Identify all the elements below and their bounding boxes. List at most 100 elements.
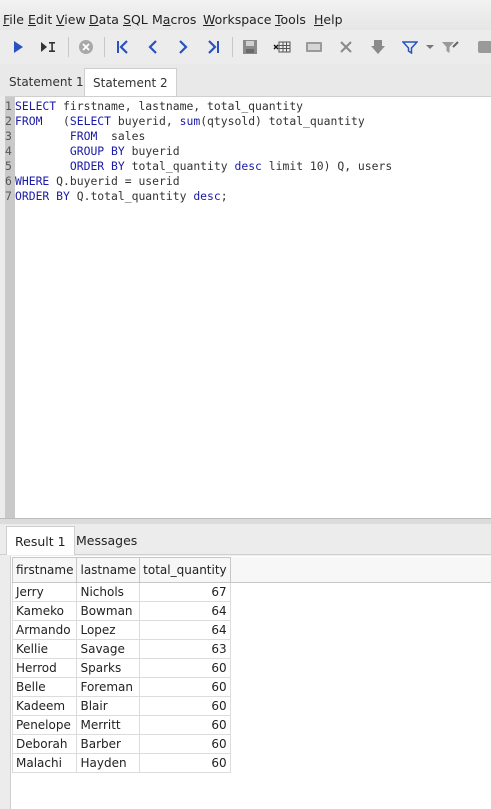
cell-lastname[interactable]: Barber [76, 734, 141, 754]
cell-lastname[interactable]: Foreman [76, 677, 141, 697]
cell-total-quantity[interactable]: 64 [139, 601, 231, 621]
menu-view[interactable]: View [56, 12, 86, 27]
cell-lastname[interactable]: Savage [76, 639, 141, 659]
cell-total-quantity[interactable]: 60 [139, 753, 231, 773]
line-number: 7 [5, 189, 12, 203]
cell-total-quantity[interactable]: 67 [139, 582, 231, 602]
code-line[interactable]: 4 GROUP BY buyerid [5, 144, 180, 159]
table-row[interactable]: Kellie Savage 63 [11, 639, 231, 659]
column-header-firstname[interactable]: firstname [11, 557, 78, 583]
cell-firstname[interactable]: Herrod [11, 658, 78, 678]
result-tabs: Result 1 Messages [0, 524, 491, 555]
table-row[interactable]: Deborah Barber 60 [11, 734, 231, 754]
cell-total-quantity[interactable]: 60 [139, 734, 231, 754]
tab-statement-2[interactable]: Statement 2 [84, 68, 177, 97]
cell-firstname[interactable]: Malachi [11, 753, 78, 773]
cell-lastname[interactable]: Blair [76, 696, 141, 716]
sql-keyword: GROUP BY [69, 144, 125, 158]
code-line[interactable]: 5 ORDER BY total_quantity desc limit 10)… [5, 159, 392, 174]
table-row[interactable]: Herrod Sparks 60 [11, 658, 231, 678]
cell-lastname[interactable]: Nichols [76, 582, 141, 602]
edit-icon[interactable] [302, 35, 326, 59]
sql-text: (qtysold) total_quantity [200, 114, 365, 128]
table-row[interactable]: Penelope Merritt 60 [11, 715, 231, 735]
menu-edit[interactable]: Edit [28, 12, 52, 27]
commit-icon[interactable] [366, 35, 390, 59]
line-number: 4 [5, 144, 12, 158]
cell-lastname[interactable]: Hayden [76, 753, 141, 773]
cell-firstname[interactable]: Jerry [11, 582, 78, 602]
line-number: 3 [5, 129, 12, 143]
sql-text: buyerid [124, 144, 180, 158]
menu-workspace[interactable]: Workspace [203, 12, 271, 27]
table-body: Jerry Nichols 67 Kameko Bowman 64 Armando Lopez… [11, 582, 231, 773]
sql-keyword: SELECT [15, 99, 57, 113]
cell-total-quantity[interactable]: 60 [139, 696, 231, 716]
stop-icon[interactable] [74, 35, 98, 59]
table-row[interactable]: Belle Foreman 60 [11, 677, 231, 697]
code-line[interactable]: 1 SELECT firstname, lastname, total_quant… [5, 99, 303, 114]
cell-firstname[interactable]: Penelope [11, 715, 78, 735]
save-icon[interactable] [238, 35, 262, 59]
cell-firstname[interactable]: Deborah [11, 734, 78, 754]
sql-keyword: ORDER BY [15, 189, 70, 203]
execute-icon[interactable] [6, 35, 30, 59]
code-line[interactable]: 6 WHERE Q.buyerid = userid [5, 174, 180, 189]
sql-keyword: FROM [69, 129, 98, 143]
more-icon[interactable] [472, 35, 491, 59]
tab-statement-1[interactable]: Statement 1 [1, 68, 92, 96]
clear-filter-icon[interactable] [438, 35, 462, 59]
result-grid[interactable]: firstname lastname total_quantity Jerry Nic… [10, 556, 491, 809]
menu-file[interactable]: File [3, 12, 24, 27]
cell-lastname[interactable]: Sparks [76, 658, 141, 678]
code-line[interactable]: 2 FROM (SELECT buyerid, sum(qtysold) tota… [5, 114, 365, 129]
add-row-icon[interactable] [270, 35, 294, 59]
table-row[interactable]: Jerry Nichols 67 [11, 582, 231, 602]
menu-sql[interactable]: SQL [123, 12, 148, 27]
cell-total-quantity[interactable]: 64 [139, 620, 231, 640]
column-header-total-quantity[interactable]: total_quantity [139, 557, 231, 583]
cell-lastname[interactable]: Lopez [76, 620, 141, 640]
table-row[interactable]: Armando Lopez 64 [11, 620, 231, 640]
cell-firstname[interactable]: Armando [11, 620, 78, 640]
code-line[interactable]: 3 FROM sales [5, 129, 145, 144]
menu-tools[interactable]: Tools [275, 12, 306, 27]
toolbar [0, 30, 491, 65]
cell-lastname[interactable]: Bowman [76, 601, 141, 621]
cell-firstname[interactable]: Kellie [11, 639, 78, 659]
table-row[interactable]: Kadeem Blair 60 [11, 696, 231, 716]
sql-text: Q.total_quantity [69, 189, 194, 203]
previous-icon[interactable] [141, 35, 165, 59]
sql-text: sales [97, 129, 146, 143]
sql-text: total_quantity [124, 159, 235, 173]
code-line[interactable]: 7 ORDER BY Q.total_quantity desc; [5, 189, 228, 204]
delete-icon[interactable] [334, 35, 358, 59]
cell-firstname[interactable]: Kadeem [11, 696, 78, 716]
line-number: 1 [5, 99, 12, 113]
tab-result-1[interactable]: Result 1 [6, 526, 75, 555]
table-row[interactable]: Kameko Bowman 64 [11, 601, 231, 621]
cell-total-quantity[interactable]: 63 [139, 639, 231, 659]
menu-help[interactable]: Help [314, 12, 343, 27]
menu-bar: File Edit View Data SQL Macros Workspace… [0, 0, 491, 30]
cell-total-quantity[interactable]: 60 [139, 715, 231, 735]
table-row[interactable]: Malachi Hayden 60 [11, 753, 231, 773]
menu-data[interactable]: Data [89, 12, 119, 27]
first-icon[interactable] [110, 35, 134, 59]
sql-editor[interactable]: 1 SELECT firstname, lastname, total_quant… [5, 96, 491, 519]
cell-firstname[interactable]: Belle [11, 677, 78, 697]
cell-total-quantity[interactable]: 60 [139, 677, 231, 697]
last-icon[interactable] [202, 35, 226, 59]
cell-total-quantity[interactable]: 60 [139, 658, 231, 678]
sql-keyword: FROM [15, 114, 43, 128]
sql-text: Q.buyerid = userid [49, 174, 180, 188]
menu-macros[interactable]: Macros [152, 12, 196, 27]
execute-current-icon[interactable] [36, 35, 60, 59]
tab-messages[interactable]: Messages [68, 526, 145, 554]
next-icon[interactable] [171, 35, 195, 59]
line-number: 2 [5, 114, 12, 128]
column-header-lastname[interactable]: lastname [76, 557, 141, 583]
cell-lastname[interactable]: Merritt [76, 715, 141, 735]
cell-firstname[interactable]: Kameko [11, 601, 78, 621]
